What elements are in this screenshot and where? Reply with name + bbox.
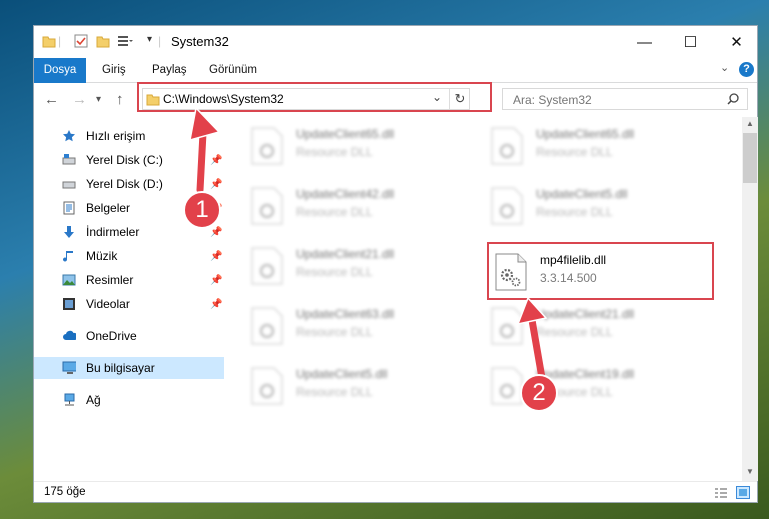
annotation-arrows [189, 106, 548, 382]
step-2-badge: 2 [520, 374, 558, 412]
step-1-badge: 1 [183, 191, 221, 229]
